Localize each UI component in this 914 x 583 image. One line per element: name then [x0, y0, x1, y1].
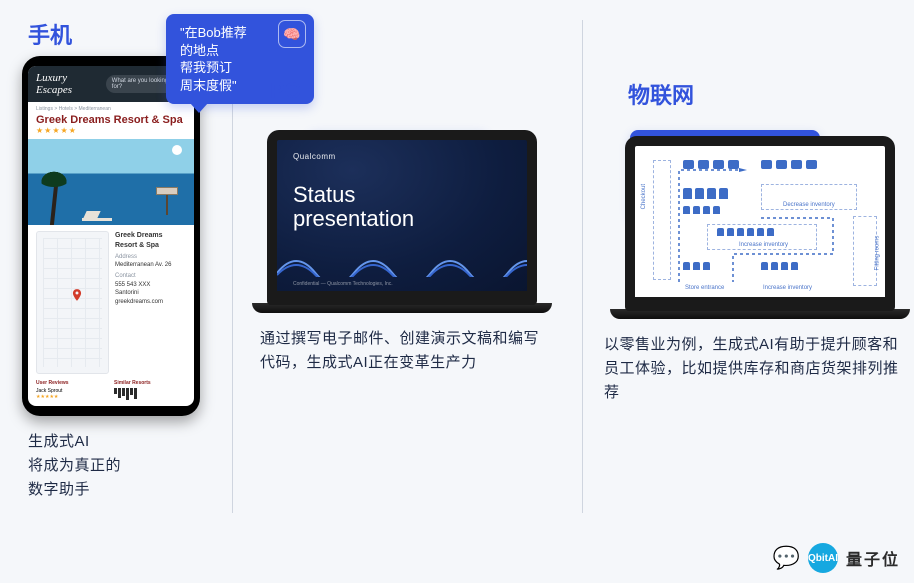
hero-photo: [28, 139, 194, 225]
map-thumbnail[interactable]: [36, 231, 109, 374]
breadcrumb: Listings > Hotels > Mediterranean: [28, 102, 194, 112]
bubble-text: "在Bob推荐 的地点 帮我预订 周末度假": [180, 25, 247, 93]
watermark: 💬 QbitAI 量子位: [773, 543, 900, 573]
column-title: 物联网: [628, 78, 910, 110]
hotel-info: Greek Dreams Resort & Spa Address Medite…: [115, 231, 186, 374]
map-pin-icon: [70, 286, 84, 300]
floor-plan: Checkout Decrease inventory Increase inv…: [643, 154, 877, 289]
contact-label: Contact: [115, 272, 186, 280]
column-iot: 物联网 "建议如何调整 库存和商店布局 来提高运动商品区的 用户满意度" 🧠 C…: [610, 18, 910, 583]
address-label: Address: [115, 253, 186, 261]
phone-screen: Luxury Escapes What are you looking for?…: [28, 66, 194, 406]
hotel-name: Greek Dreams Resort & Spa: [28, 112, 194, 126]
slide-wave-graphic: [277, 243, 527, 277]
column-pc: PC "根据团队建议， 帮我为老板准备 进度演示文稿" 🧠 Qualcomm S…: [252, 18, 582, 583]
label-fitting: Fitting rooms: [875, 236, 881, 271]
app-brand: Luxury Escapes: [36, 72, 106, 96]
info-title: Greek Dreams Resort & Spa: [115, 231, 186, 251]
wechat-icon: 💬: [773, 545, 800, 571]
contact-phone: 555 543 XXX: [115, 281, 186, 289]
label-checkout: Checkout: [641, 183, 647, 208]
rating-stars: ★★★★★: [28, 126, 194, 139]
reviews-heading: User Reviews: [36, 380, 108, 386]
contact-city: Santorini: [115, 289, 186, 297]
address: Mediterranean Av. 26: [115, 261, 186, 269]
stats-heading: Similar Resorts: [114, 380, 186, 386]
laptop-screen: Checkout Decrease inventory Increase inv…: [625, 136, 895, 311]
watermark-name: 量子位: [846, 546, 900, 570]
infographic: 手机 "在Bob推荐 的地点 帮我预订 周末度假" 🧠 Luxury Escap…: [0, 0, 914, 583]
slide-footer: Confidential — Qualcomm Technologies, In…: [293, 281, 393, 287]
slide-brand: Qualcomm: [293, 152, 511, 161]
laptop-screen: Qualcomm Status presentation Confidentia…: [267, 130, 537, 305]
divider: [582, 20, 583, 513]
caption: 生成式AI 将成为真正的 数字助手: [28, 430, 222, 502]
column-title: PC: [270, 78, 582, 104]
laptop-device: Checkout Decrease inventory Increase inv…: [610, 136, 910, 319]
laptop-device: Qualcomm Status presentation Confidentia…: [252, 130, 552, 313]
avatar-text: QbitAI: [808, 553, 838, 564]
phone-device: Luxury Escapes What are you looking for?…: [22, 56, 200, 416]
path-arrow: [673, 154, 873, 294]
watermark-avatar: QbitAI: [808, 543, 838, 573]
slide-heading: Status presentation: [293, 183, 511, 231]
caption: 通过撰写电子邮件、创建演示文稿和编写代码，生成式AI正在变革生产力: [260, 327, 540, 375]
contact-site: greekdreams.com: [115, 298, 186, 306]
column-phone: 手机 "在Bob推荐 的地点 帮我预订 周末度假" 🧠 Luxury Escap…: [22, 18, 222, 583]
mini-bar-chart: [114, 388, 186, 400]
review-stars: ★★★★★: [36, 394, 108, 400]
caption: 以零售业为例，生成式AI有助于提升顾客和员工体验，比如提供库存和商店货架排列推荐: [604, 333, 904, 405]
